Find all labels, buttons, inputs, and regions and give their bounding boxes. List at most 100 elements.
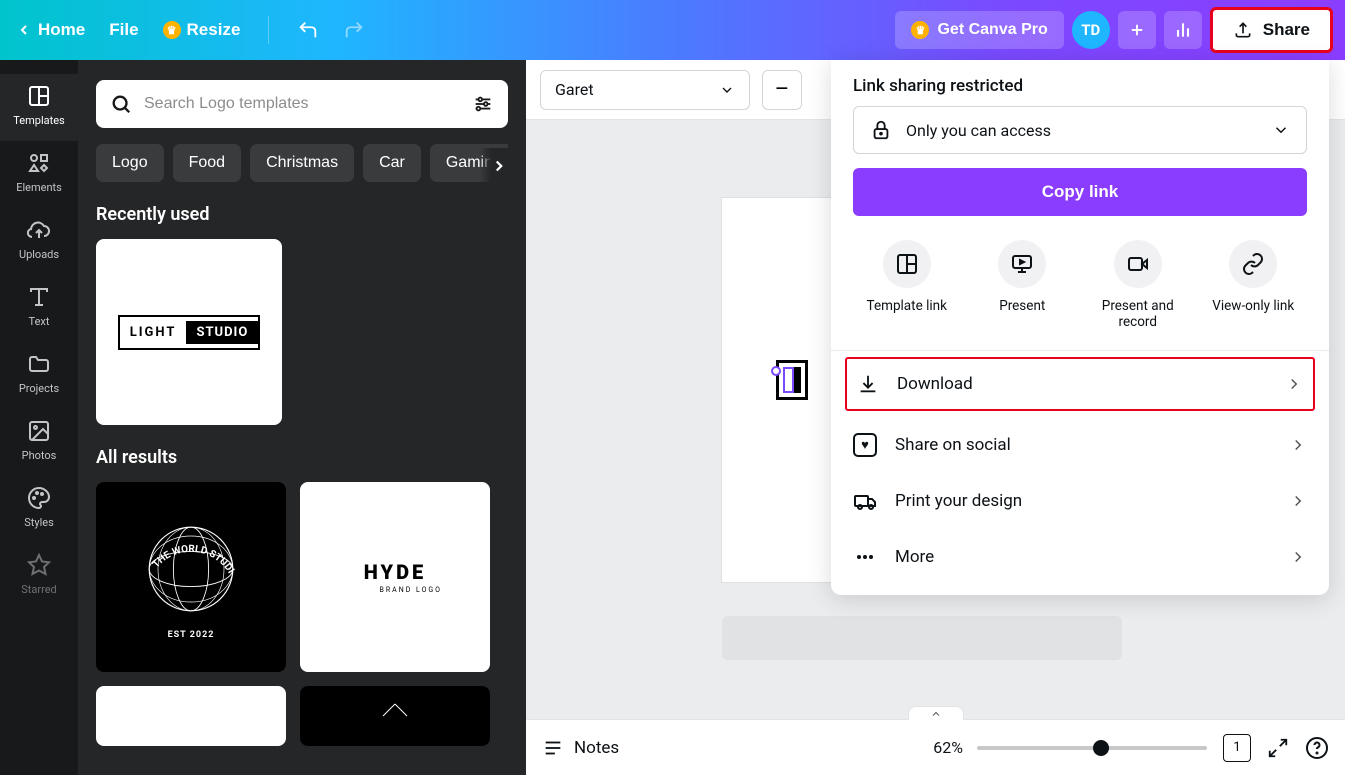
undo-button[interactable]: [293, 11, 323, 49]
share-button[interactable]: Share: [1210, 7, 1333, 53]
chip-car[interactable]: Car: [363, 144, 421, 182]
fullscreen-icon[interactable]: [1267, 737, 1289, 759]
star-icon: [27, 553, 51, 577]
insights-button[interactable]: [1164, 11, 1202, 49]
chevron-right-icon: [1289, 492, 1307, 510]
share-title: Link sharing restricted: [831, 60, 1329, 106]
canvas-area: Garet –: [526, 60, 1345, 775]
rail-styles[interactable]: Styles: [0, 476, 78, 543]
search-input[interactable]: [144, 95, 460, 113]
notes-button[interactable]: Notes: [542, 737, 619, 759]
plus-icon: [1128, 21, 1146, 39]
elements-icon: [27, 151, 51, 175]
font-selector[interactable]: Garet: [540, 70, 750, 110]
present-action[interactable]: Present: [967, 240, 1077, 330]
truck-icon: [853, 489, 877, 513]
template-link-action[interactable]: Template link: [852, 240, 962, 330]
folder-icon: [27, 352, 51, 376]
redo-button[interactable]: [339, 11, 369, 49]
crown-icon: ♛: [911, 21, 929, 39]
recent-template-thumb[interactable]: LIGHT STUDIO: [96, 239, 282, 425]
selection-handle[interactable]: [771, 366, 781, 376]
chevron-left-icon: [16, 22, 32, 38]
image-icon: [27, 419, 51, 443]
template-world-studios[interactable]: THE WORLD STUDIOS EST 2022: [96, 482, 286, 672]
rail-projects[interactable]: Projects: [0, 342, 78, 409]
globe-icon: THE WORLD STUDIOS: [136, 514, 246, 624]
all-results-title: All results: [96, 447, 508, 468]
help-icon[interactable]: [1305, 736, 1329, 760]
share-social-row[interactable]: ♥ Share on social: [831, 417, 1329, 473]
chevron-right-icon: [1289, 548, 1307, 566]
download-row[interactable]: Download: [845, 357, 1315, 411]
resize-button[interactable]: ♛ Resize: [159, 12, 245, 48]
print-row[interactable]: Print your design: [831, 473, 1329, 529]
file-button[interactable]: File: [105, 12, 142, 48]
download-icon: [857, 373, 879, 395]
video-icon: [1126, 252, 1150, 276]
chevron-right-icon: [1285, 375, 1303, 393]
canvas-logo-element[interactable]: [776, 360, 808, 400]
rail-photos[interactable]: Photos: [0, 409, 78, 476]
filter-icon[interactable]: [472, 93, 494, 115]
search-box[interactable]: [96, 80, 508, 128]
lock-icon: [870, 119, 892, 141]
dots-icon: [853, 545, 877, 569]
chart-bar-icon: [1173, 20, 1193, 40]
cloud-upload-icon: [27, 218, 51, 242]
home-button[interactable]: Home: [12, 12, 89, 48]
search-icon: [110, 93, 132, 115]
top-bar: Home File ♛ Resize ♛ Get Canva Pro TD Sh…: [0, 0, 1345, 60]
template-thumb-3[interactable]: [96, 686, 286, 746]
rail-templates[interactable]: Templates: [0, 74, 78, 141]
logo-preview: LIGHT STUDIO: [118, 315, 261, 350]
chevron-right-icon: [490, 157, 508, 175]
notes-icon: [542, 737, 564, 759]
user-avatar[interactable]: TD: [1072, 11, 1110, 49]
add-member-button[interactable]: [1118, 11, 1156, 49]
page-count[interactable]: 1: [1223, 734, 1251, 762]
copy-link-button[interactable]: Copy link: [853, 168, 1307, 216]
chip-food[interactable]: Food: [173, 144, 241, 182]
heart-square-icon: ♥: [853, 433, 877, 457]
more-row[interactable]: More: [831, 529, 1329, 585]
chips-scroll-right[interactable]: [480, 148, 508, 182]
template-hyde[interactable]: HYDE BRAND LOGO: [300, 482, 490, 672]
home-label: Home: [38, 20, 85, 40]
font-size-decrease[interactable]: –: [762, 70, 802, 110]
share-popover: Link sharing restricted Only you can acc…: [831, 60, 1329, 595]
bottom-bar: Notes 62% 1: [526, 719, 1345, 775]
templates-icon: [27, 84, 51, 108]
chip-logo[interactable]: Logo: [96, 144, 164, 182]
chevron-right-icon: [1289, 436, 1307, 454]
access-selector[interactable]: Only you can access: [853, 106, 1307, 154]
chevron-down-icon: [1272, 121, 1290, 139]
rail-text[interactable]: Text: [0, 275, 78, 342]
upload-icon: [1233, 20, 1253, 40]
template-thumb-4[interactable]: [300, 686, 490, 746]
chip-christmas[interactable]: Christmas: [250, 144, 354, 182]
rail-starred[interactable]: Starred: [0, 543, 78, 610]
rail-elements[interactable]: Elements: [0, 141, 78, 208]
side-rail: Templates Elements Uploads Text Projects…: [0, 60, 78, 775]
diamond-icon: [375, 696, 415, 736]
zoom-knob[interactable]: [1093, 740, 1109, 756]
recently-used-title: Recently used: [96, 204, 508, 225]
presentation-icon: [1010, 252, 1034, 276]
page-panel-toggle[interactable]: [908, 706, 964, 720]
present-record-action[interactable]: Present and record: [1083, 240, 1193, 330]
zoom-controls: 62%: [933, 738, 1207, 757]
rail-uploads[interactable]: Uploads: [0, 208, 78, 275]
topbar-divider: [268, 16, 269, 44]
svg-text:THE WORLD STUDIOS: THE WORLD STUDIOS: [136, 514, 236, 576]
text-icon: [27, 285, 51, 309]
palette-icon: [27, 486, 51, 510]
crown-icon: ♛: [163, 21, 181, 39]
get-pro-button[interactable]: ♛ Get Canva Pro: [895, 11, 1063, 49]
templates-panel: Logo Food Christmas Car Gaming Recently …: [78, 60, 526, 775]
layout-icon: [895, 252, 919, 276]
zoom-slider[interactable]: [977, 746, 1207, 750]
view-only-action[interactable]: View-only link: [1198, 240, 1308, 330]
chevron-down-icon: [719, 82, 735, 98]
add-page-button[interactable]: [722, 616, 1122, 660]
